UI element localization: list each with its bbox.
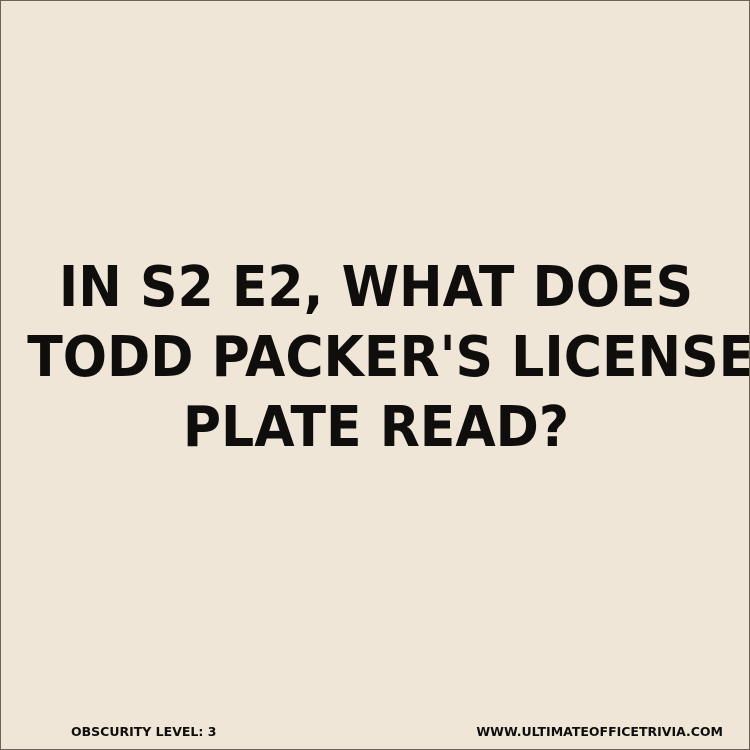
question-line-1: IN S2 E2, WHAT DOES <box>58 255 694 320</box>
question-line-3: PLATE READ? <box>182 395 570 460</box>
website-url: WWW.ULTIMATEOFFICETRIVIA.COM <box>476 724 723 739</box>
trivia-card: IN S2 E2, WHAT DOES TODD PACKER'S LICENS… <box>0 0 750 750</box>
trivia-question: IN S2 E2, WHAT DOES TODD PACKER'S LICENS… <box>27 253 750 463</box>
question-line-2: TODD PACKER'S LICENSE <box>27 325 750 390</box>
obscurity-level: OBSCURITY LEVEL: 3 <box>71 724 217 739</box>
